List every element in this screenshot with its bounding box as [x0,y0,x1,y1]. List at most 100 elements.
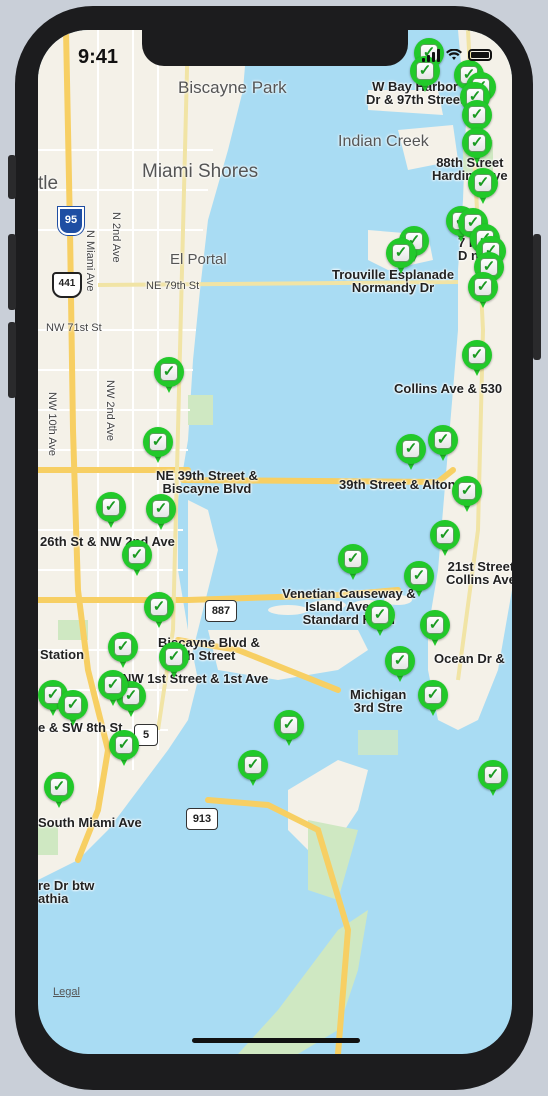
checkmark-icon: ✓ [152,500,170,518]
station-pin[interactable]: ✓ [462,340,492,382]
volume-up-button [8,234,16,310]
cellular-signal-icon [422,48,440,62]
checkmark-icon: ✓ [128,546,146,564]
station-pin[interactable]: ✓ [338,544,368,586]
checkmark-icon: ✓ [416,62,434,80]
fl-887-shield: 887 [205,600,237,622]
station-pin[interactable]: ✓ [122,540,152,582]
station-pin[interactable]: ✓ [386,238,416,280]
station-pin[interactable]: ✓ [365,600,395,642]
us-441-shield: 441 [52,272,82,298]
checkmark-icon: ✓ [468,134,486,152]
station-pin[interactable]: ✓ [420,610,450,652]
checkmark-icon: ✓ [115,736,133,754]
street-label-ne-79th: NE 79th St [146,280,200,292]
station-label-michigan: Michigan 3rd Stre [350,687,407,715]
status-icons [422,48,492,62]
station-pin[interactable]: ✓ [396,434,426,476]
checkmark-icon: ✓ [104,676,122,694]
place-label-tle: tle [38,173,59,194]
silent-switch [8,155,16,199]
station-pin[interactable]: ✓ [410,56,440,98]
station-label-ne-39th: NE 39th Street & Biscayne Blvd [156,468,258,496]
checkmark-icon: ✓ [392,244,410,262]
street-label-n-miami-ave: N Miami Ave [84,230,96,292]
checkmark-icon: ✓ [149,433,167,451]
home-indicator [192,1038,360,1043]
station-pin[interactable]: ✓ [98,670,128,712]
checkmark-icon: ✓ [344,550,362,568]
checkmark-icon: ✓ [468,346,486,364]
station-label-south-miami: South Miami Ave [38,815,142,830]
street-label-nw-71st: NW 71st St [46,322,102,334]
fl-913-shield: 913 [186,808,218,830]
volume-down-button [8,322,16,398]
checkmark-icon: ✓ [64,696,82,714]
station-pin[interactable]: ✓ [385,646,415,688]
station-pin[interactable]: ✓ [159,642,189,684]
station-pin[interactable]: ✓ [404,561,434,603]
station-label-26th-st: 26th St & NW 2nd Ave [40,534,175,549]
place-label-el-portal: El Portal [170,251,227,268]
station-pin[interactable]: ✓ [418,680,448,722]
checkmark-icon: ✓ [244,756,262,774]
wifi-icon [446,49,462,60]
station-label-station: Station [40,647,85,662]
checkmark-icon: ✓ [474,278,492,296]
checkmark-icon: ✓ [102,498,120,516]
checkmark-icon: ✓ [436,526,454,544]
station-pin[interactable]: ✓ [154,357,184,399]
station-pin[interactable]: ✓ [109,730,139,772]
checkmark-icon: ✓ [468,106,486,124]
battery-icon [468,49,492,61]
station-pin[interactable]: ✓ [58,690,88,732]
station-pin[interactable]: ✓ [468,168,498,210]
station-pin[interactable]: ✓ [452,476,482,518]
checkmark-icon: ✓ [160,363,178,381]
checkmark-icon: ✓ [426,616,444,634]
station-pin[interactable]: ✓ [96,492,126,534]
interstate-95-shield: 95 [58,207,84,235]
station-pin[interactable]: ✓ [44,772,74,814]
station-pin[interactable]: ✓ [144,592,174,634]
place-label-indian-creek: Indian Creek [338,133,429,150]
notch [142,30,408,66]
checkmark-icon: ✓ [165,648,183,666]
checkmark-icon: ✓ [434,431,452,449]
station-pin[interactable]: ✓ [478,760,508,802]
station-pin[interactable]: ✓ [108,632,138,674]
checkmark-icon: ✓ [371,606,389,624]
checkmark-icon: ✓ [280,716,298,734]
map-screen[interactable]: Biscayne Park Miami Shores El Portal Ind… [38,30,512,1054]
status-time: 9:41 [78,46,119,68]
checkmark-icon: ✓ [402,440,420,458]
station-pin[interactable]: ✓ [238,750,268,792]
street-label-nw-10th-ave: NW 10th Ave [46,392,58,456]
power-button [533,234,541,360]
checkmark-icon: ✓ [458,482,476,500]
street-label-n-2nd-ave: N 2nd Ave [110,212,122,263]
place-label-biscayne-park: Biscayne Park [178,78,287,97]
station-pin[interactable]: ✓ [428,425,458,467]
checkmark-icon: ✓ [50,778,68,796]
checkmark-icon: ✓ [474,174,492,192]
checkmark-icon: ✓ [114,638,132,656]
station-pin[interactable]: ✓ [274,710,304,752]
checkmark-icon: ✓ [150,598,168,616]
station-pin[interactable]: ✓ [143,427,173,469]
checkmark-icon: ✓ [424,686,442,704]
station-pin[interactable]: ✓ [430,520,460,562]
station-label-re-dr: re Dr btw athia [38,878,95,906]
station-label-venetian: Venetian Causeway & Island Avenue Standa… [282,586,416,627]
station-label-collins-530: Collins Ave & 530 [394,381,503,396]
checkmark-icon: ✓ [410,567,428,585]
checkmark-icon: ✓ [391,652,409,670]
station-pin[interactable]: ✓ [462,128,492,170]
station-label-ocean-dr: Ocean Dr & [434,651,505,666]
station-pin[interactable]: ✓ [468,272,498,314]
checkmark-icon: ✓ [484,766,502,784]
station-pin[interactable]: ✓ [146,494,176,536]
legal-link[interactable]: Legal [53,986,80,998]
street-label-nw-2nd-ave: NW 2nd Ave [104,380,116,441]
station-label-21st-street: 21st Street Collins Ave [446,559,512,587]
